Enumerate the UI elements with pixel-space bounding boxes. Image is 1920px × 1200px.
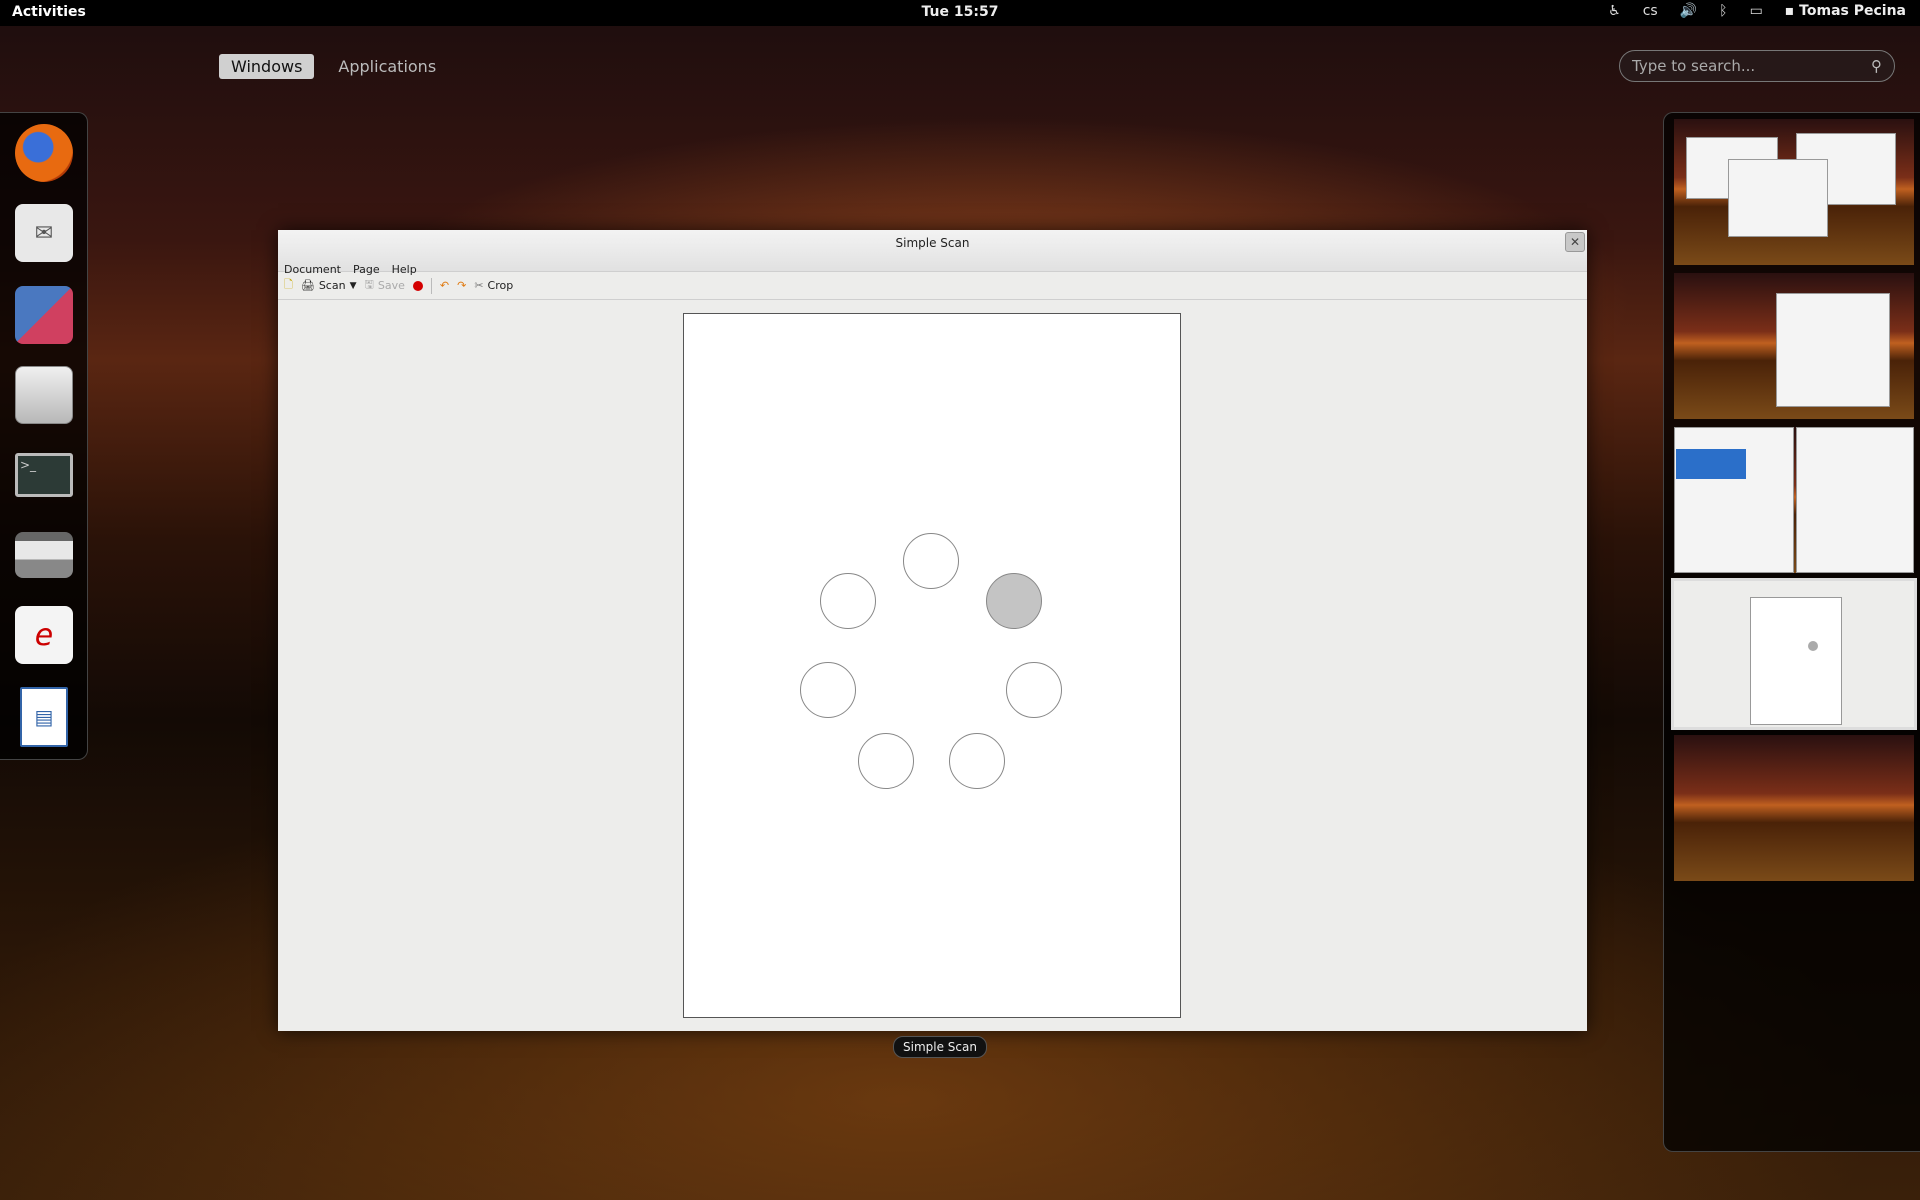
save-label: Save: [377, 279, 405, 292]
spinner-dot: [858, 733, 914, 789]
keyboard-layout[interactable]: cs: [1643, 3, 1658, 19]
view-switcher: Windows Applications: [219, 54, 448, 79]
pdf-viewer-icon: e: [15, 606, 73, 664]
titlebar[interactable]: Simple Scan ✕ Document Page Help: [278, 230, 1587, 276]
search-box: ⚲: [1619, 50, 1895, 82]
rotate-left-button[interactable]: ↶: [440, 279, 449, 292]
user-menu[interactable]: ▪ Tomas Pecina: [1785, 3, 1906, 19]
search-input[interactable]: [1632, 57, 1871, 75]
activities-button[interactable]: Activities: [12, 4, 86, 20]
scanner-icon: 🖨: [300, 279, 315, 292]
dash-item-firefox[interactable]: [12, 121, 76, 185]
spinner-dot-active: [986, 573, 1042, 629]
scan-button[interactable]: 🖨 Scan ▼: [301, 279, 357, 292]
status-area: ♿ cs 🔊 ᛒ ▭ ▪ Tomas Pecina: [1608, 3, 1906, 19]
dash-item-writer[interactable]: ▤: [12, 685, 76, 749]
photos-icon: [15, 286, 73, 344]
scanner-icon: [15, 532, 73, 578]
workspace-4[interactable]: [1671, 578, 1917, 730]
chat-bubble-icon: ▪: [1784, 3, 1795, 19]
workspace-2[interactable]: [1674, 273, 1914, 419]
rotate-right-button[interactable]: ↷: [457, 279, 466, 292]
workspace-3[interactable]: [1674, 427, 1914, 573]
dash-item-terminal[interactable]: >_: [12, 443, 76, 507]
volume-icon[interactable]: 🔊: [1680, 3, 1697, 19]
window-title: Simple Scan: [895, 236, 970, 250]
spinner-dot: [1006, 662, 1062, 718]
close-icon: ✕: [1569, 235, 1581, 249]
save-icon: 🖫: [364, 278, 374, 291]
crop-label: Crop: [487, 279, 514, 292]
stop-record-icon: [412, 280, 423, 291]
toolbar: 🗋 🖨 Scan ▼ 🖫 Save ↶ ↷ ✂ Crop: [278, 272, 1587, 300]
mail-clock-icon: ✉: [15, 204, 73, 262]
workspace-5[interactable]: [1674, 735, 1914, 881]
tab-applications[interactable]: Applications: [326, 54, 448, 79]
dash-item-scanner[interactable]: [12, 523, 76, 587]
save-button[interactable]: 🖫 Save: [365, 276, 405, 295]
terminal-icon: >_: [15, 453, 73, 497]
dash-item-pdf-viewer[interactable]: e: [12, 603, 76, 667]
new-document-button[interactable]: 🗋: [284, 276, 293, 295]
dash-item-mail-clock[interactable]: ✉: [12, 201, 76, 265]
stop-button[interactable]: [412, 280, 423, 291]
window-caption: Simple Scan: [893, 1036, 987, 1058]
simple-scan-window[interactable]: Simple Scan ✕ Document Page Help 🗋 🖨 Sca…: [278, 230, 1587, 1031]
top-bar: Activities Tue 15:57 ♿ cs 🔊 ᛒ ▭ ▪ Tomas …: [0, 0, 1920, 26]
spinner-dot: [949, 733, 1005, 789]
spinner-dot: [903, 533, 959, 589]
crop-button[interactable]: ✂ Crop: [474, 279, 513, 292]
chevron-down-icon[interactable]: ▼: [350, 281, 357, 291]
display-icon[interactable]: ▭: [1750, 3, 1763, 19]
crop-icon: ✂: [474, 279, 484, 292]
tab-windows[interactable]: Windows: [219, 54, 315, 79]
dash: ✉ >_ e ▤: [0, 112, 88, 760]
scan-page[interactable]: [683, 313, 1181, 1018]
close-button[interactable]: ✕: [1565, 232, 1585, 252]
scan-label: Scan: [318, 279, 346, 292]
firefox-icon: [15, 124, 73, 182]
new-document-icon: 🗋: [284, 278, 293, 291]
workspace-switcher: [1663, 112, 1920, 1152]
mini-spinner-dot: [1808, 641, 1818, 651]
dash-item-files[interactable]: [12, 363, 76, 427]
user-name: Tomas Pecina: [1799, 3, 1906, 19]
spinner-dot: [800, 662, 856, 718]
workspace-1[interactable]: [1674, 119, 1914, 265]
search-icon: ⚲: [1871, 57, 1882, 75]
file-cabinet-icon: [15, 366, 73, 424]
accessibility-icon[interactable]: ♿: [1608, 3, 1621, 19]
dash-item-photos[interactable]: [12, 283, 76, 347]
bluetooth-icon[interactable]: ᛒ: [1719, 3, 1727, 19]
spinner-dot: [820, 573, 876, 629]
rotate-right-icon: ↷: [457, 279, 467, 292]
writer-document-icon: ▤: [20, 687, 68, 747]
rotate-left-icon: ↶: [439, 279, 450, 292]
toolbar-separator: [430, 277, 432, 294]
